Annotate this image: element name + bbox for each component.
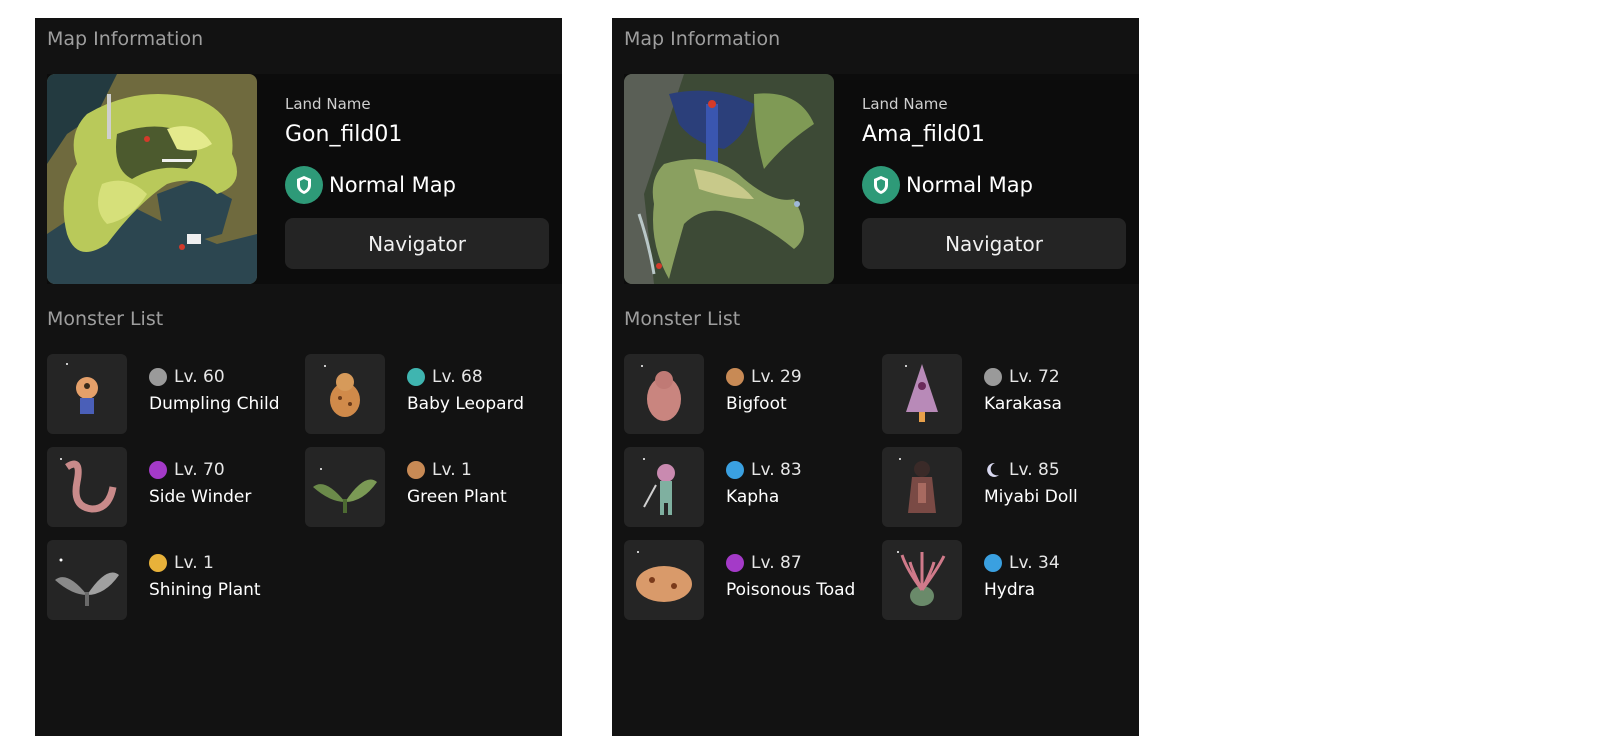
- karakasa-sprite: [882, 354, 962, 434]
- water-element-icon: [984, 554, 1002, 572]
- monster-name: Kapha: [726, 487, 780, 507]
- map-thumbnail: [47, 74, 257, 284]
- monster-card[interactable]: Lv. 29 Bigfoot: [624, 354, 886, 436]
- map-thumbnail: [624, 74, 834, 284]
- baby-leopard-sprite: [305, 354, 385, 434]
- water-element-icon: [726, 461, 744, 479]
- holy-element-icon: [149, 554, 167, 572]
- monster-card[interactable]: Lv. 1 Green Plant: [305, 447, 567, 529]
- monster-list-title: Monster List: [624, 308, 741, 330]
- wind-element-icon: [407, 368, 425, 386]
- earth-element-icon: [726, 368, 744, 386]
- monster-name: Bigfoot: [726, 394, 787, 414]
- land-name-label: Land Name: [285, 95, 371, 113]
- monster-card[interactable]: Lv. 87 Poisonous Toad: [624, 540, 886, 622]
- dumpling-child-sprite: [47, 354, 127, 434]
- monster-card[interactable]: Lv. 72 Karakasa: [882, 354, 1144, 436]
- map-info-card: Land Name Ama_fild01 Normal Map Navigato…: [624, 74, 1139, 284]
- land-name-value: Gon_fild01: [285, 122, 403, 147]
- poison-element-icon: [149, 461, 167, 479]
- map-panel-2: Map Information Land Name Ama_fild01 Nor…: [612, 18, 1139, 736]
- monster-name: Dumpling Child: [149, 394, 280, 414]
- monster-level: Lv. 70: [174, 460, 225, 480]
- poison-element-icon: [726, 554, 744, 572]
- poisonous-toad-sprite: [624, 540, 704, 620]
- monster-level: Lv. 34: [1009, 553, 1060, 573]
- monster-name: Green Plant: [407, 487, 507, 507]
- monster-level: Lv. 60: [174, 367, 225, 387]
- monster-level: Lv. 29: [751, 367, 802, 387]
- neutral-element-icon: [984, 368, 1002, 386]
- shadow-element-icon: [984, 461, 1002, 479]
- hydra-sprite: [882, 540, 962, 620]
- monster-card[interactable]: Lv. 70 Side Winder: [47, 447, 309, 529]
- monster-level: Lv. 83: [751, 460, 802, 480]
- shining-plant-sprite: [47, 540, 127, 620]
- monster-name: Karakasa: [984, 394, 1062, 414]
- monster-card[interactable]: Lv. 34 Hydra: [882, 540, 1144, 622]
- monster-level: Lv. 72: [1009, 367, 1060, 387]
- monster-name: Side Winder: [149, 487, 252, 507]
- land-name-label: Land Name: [862, 95, 948, 113]
- neutral-element-icon: [149, 368, 167, 386]
- monster-card[interactable]: Lv. 60 Dumpling Child: [47, 354, 309, 436]
- map-information-title: Map Information: [47, 28, 204, 50]
- monster-name: Miyabi Doll: [984, 487, 1078, 507]
- monster-name: Baby Leopard: [407, 394, 525, 414]
- monster-level: Lv. 87: [751, 553, 802, 573]
- monster-level: Lv. 85: [1009, 460, 1060, 480]
- miyabi-doll-sprite: [882, 447, 962, 527]
- monster-name: Hydra: [984, 580, 1036, 600]
- shield-icon: [285, 166, 323, 204]
- map-type-label: Normal Map: [329, 173, 456, 197]
- map-panel-1: Map Information Land Name Gon_fild01 Nor…: [35, 18, 562, 736]
- monster-card[interactable]: Lv. 85 Miyabi Doll: [882, 447, 1144, 529]
- monster-level: Lv. 1: [174, 553, 214, 573]
- monster-card[interactable]: Lv. 83 Kapha: [624, 447, 886, 529]
- monster-card[interactable]: Lv. 68 Baby Leopard: [305, 354, 567, 436]
- monster-name: Shining Plant: [149, 580, 261, 600]
- earth-element-icon: [407, 461, 425, 479]
- map-type-label: Normal Map: [906, 173, 1033, 197]
- kapha-sprite: [624, 447, 704, 527]
- navigator-button[interactable]: Navigator: [862, 218, 1126, 269]
- monster-card[interactable]: Lv. 1 Shining Plant: [47, 540, 309, 622]
- monster-level: Lv. 68: [432, 367, 483, 387]
- map-type-row: Normal Map: [862, 166, 1033, 204]
- navigator-button[interactable]: Navigator: [285, 218, 549, 269]
- monster-level: Lv. 1: [432, 460, 472, 480]
- monster-name: Poisonous Toad: [726, 580, 856, 600]
- side-winder-sprite: [47, 447, 127, 527]
- map-type-row: Normal Map: [285, 166, 456, 204]
- map-information-title: Map Information: [624, 28, 781, 50]
- green-plant-sprite: [305, 447, 385, 527]
- bigfoot-sprite: [624, 354, 704, 434]
- map-info-card: Land Name Gon_fild01 Normal Map Navigato…: [47, 74, 562, 284]
- monster-list-title: Monster List: [47, 308, 164, 330]
- shield-icon: [862, 166, 900, 204]
- land-name-value: Ama_fild01: [862, 122, 985, 147]
